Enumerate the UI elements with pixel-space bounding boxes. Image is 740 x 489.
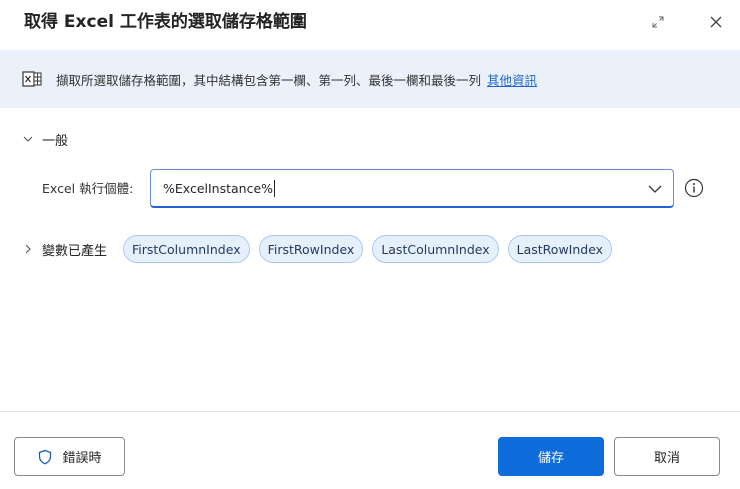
expand-icon xyxy=(652,16,664,28)
variables-list: FirstColumnIndex FirstRowIndex LastColum… xyxy=(123,235,621,263)
chevron-right-icon xyxy=(22,242,36,256)
info-icon[interactable] xyxy=(684,178,704,198)
info-text: 擷取所選取儲存格範圍，其中結構包含第一欄、第一列、最後一欄和最後一列 xyxy=(56,72,482,88)
variable-chip[interactable]: FirstRowIndex xyxy=(258,235,364,263)
excel-instance-label: Excel 執行個體: xyxy=(42,181,134,196)
variable-chip[interactable]: LastColumnIndex xyxy=(372,235,499,263)
on-error-label: 錯誤時 xyxy=(62,451,102,466)
variable-chip[interactable]: LastRowIndex xyxy=(507,235,613,263)
chevron-down-icon xyxy=(648,185,662,193)
shield-icon xyxy=(39,449,52,465)
excel-instance-value: %ExcelInstance% xyxy=(163,180,274,196)
excel-instance-dropdown[interactable]: %ExcelInstance% xyxy=(150,169,674,208)
close-button[interactable] xyxy=(702,8,730,36)
general-section-label: 一般 xyxy=(42,133,69,149)
info-bar: 擷取所選取儲存格範圍，其中結構包含第一欄、第一列、最後一欄和最後一列 其他資訊 xyxy=(0,50,740,108)
variable-chip[interactable]: FirstColumnIndex xyxy=(123,235,250,263)
expand-button[interactable] xyxy=(644,8,672,36)
dialog: 取得 Excel 工作表的選取儲存格範圍 擷取所選取儲存格範圍，其中結構包含第一… xyxy=(0,0,740,489)
on-error-button[interactable]: 錯誤時 xyxy=(14,437,125,476)
close-icon xyxy=(710,16,722,28)
dialog-title: 取得 Excel 工作表的選取儲存格範圍 xyxy=(24,12,307,32)
save-button[interactable]: 儲存 xyxy=(498,437,604,476)
cancel-button[interactable]: 取消 xyxy=(614,437,720,476)
variables-section-toggle[interactable]: 變數已產生 xyxy=(22,238,107,260)
more-info-link[interactable]: 其他資訊 xyxy=(487,70,537,89)
excel-table-icon xyxy=(22,69,42,89)
footer-divider xyxy=(0,411,740,412)
general-section-toggle[interactable]: 一般 xyxy=(22,128,68,150)
chevron-down-icon xyxy=(22,132,36,146)
text-cursor xyxy=(274,179,276,197)
variables-section-label: 變數已產生 xyxy=(42,243,108,259)
